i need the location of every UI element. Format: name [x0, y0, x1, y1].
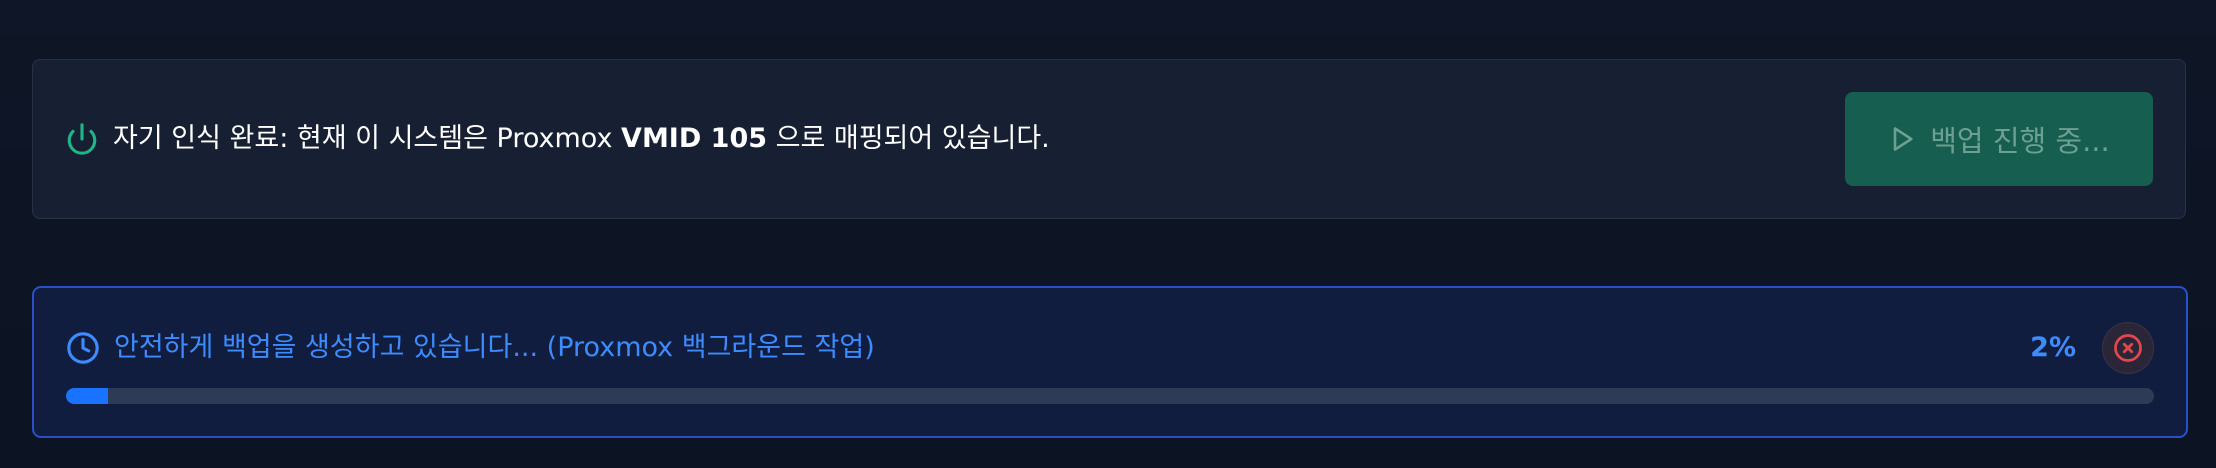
mapping-status-prefix: 자기 인식 완료: 현재 이 시스템은 Proxmox — [113, 123, 622, 154]
backup-in-progress-button[interactable]: 백업 진행 중... — [1845, 92, 2153, 186]
backup-progress-fill — [66, 388, 108, 404]
vmid-label: VMID 105 — [621, 123, 768, 154]
backup-progress-card: 안전하게 백업을 생성하고 있습니다... (Proxmox 백그라운드 작업)… — [32, 286, 2188, 438]
power-icon — [65, 122, 99, 156]
play-icon — [1888, 124, 1916, 154]
backup-status-text: 안전하게 백업을 생성하고 있습니다... (Proxmox 백그라운드 작업) — [114, 332, 875, 363]
backup-progress-percent: 2% — [2030, 332, 2076, 363]
mapping-status-text: 자기 인식 완료: 현재 이 시스템은 Proxmox VMID 105 으로 … — [113, 118, 1050, 160]
clock-icon — [66, 331, 100, 365]
cancel-icon — [2113, 333, 2143, 363]
mapping-status-suffix: 으로 매핑되어 있습니다. — [767, 123, 1050, 154]
backup-panel: 자기 인식 완료: 현재 이 시스템은 Proxmox VMID 105 으로 … — [0, 0, 2216, 468]
system-mapping-card: 자기 인식 완료: 현재 이 시스템은 Proxmox VMID 105 으로 … — [32, 59, 2186, 219]
backup-progress-track — [66, 388, 2154, 404]
cancel-backup-button[interactable] — [2102, 322, 2154, 374]
backup-button-label: 백업 진행 중... — [1930, 124, 2110, 158]
